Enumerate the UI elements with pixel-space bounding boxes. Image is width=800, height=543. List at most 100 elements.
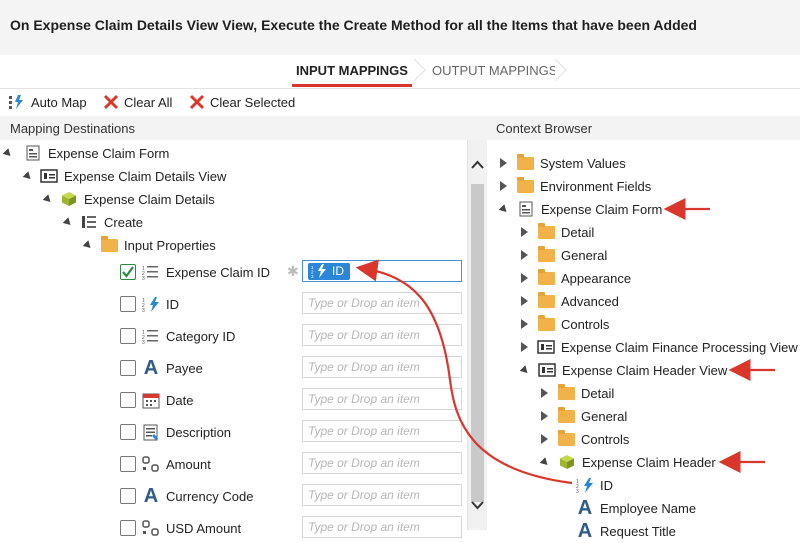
context-node-advanced[interactable]: Advanced	[521, 290, 619, 312]
decimal-icon	[142, 455, 160, 473]
mapping-input-expense-claim-id[interactable]: 123 ID	[302, 260, 462, 282]
input-placeholder: Type or Drop an item	[308, 424, 420, 438]
context-node-system-values[interactable]: System Values	[500, 152, 626, 174]
scroll-down-icon[interactable]	[471, 500, 484, 510]
tree-node-method[interactable]: Create	[62, 211, 143, 233]
tree-node-input-properties[interactable]: Input Properties	[82, 234, 216, 256]
collapse-arrow-icon	[22, 170, 34, 182]
mapping-input-usd-amount[interactable]: Type or Drop an item	[302, 516, 462, 538]
auto-map-icon	[9, 95, 23, 109]
property-checkbox[interactable]	[120, 264, 136, 280]
expand-arrow-icon	[541, 434, 548, 444]
text-a-icon: A	[577, 519, 593, 542]
expand-arrow-icon	[521, 342, 528, 352]
context-node-header-view[interactable]: Expense Claim Header View	[519, 359, 728, 381]
clear-all-button[interactable]: Clear All	[103, 92, 172, 112]
context-node-general[interactable]: General	[521, 244, 607, 266]
input-placeholder: Type or Drop an item	[308, 328, 420, 342]
property-row[interactable]: Description	[120, 421, 231, 443]
property-checkbox[interactable]	[120, 488, 136, 504]
svg-text:3: 3	[142, 340, 145, 344]
autonumber-icon: 123	[311, 264, 326, 278]
property-checkbox[interactable]	[120, 296, 136, 312]
tree-node-form[interactable]: Expense Claim Form	[2, 142, 169, 164]
mapping-input-id[interactable]: Type or Drop an item	[302, 292, 462, 314]
property-label: Amount	[166, 456, 211, 472]
auto-map-label: Auto Map	[31, 94, 87, 110]
property-label: Expense Claim ID	[166, 264, 271, 280]
property-row[interactable]: Amount	[120, 453, 211, 475]
property-label: ID	[166, 296, 179, 312]
property-checkbox[interactable]	[120, 424, 136, 440]
required-star-icon: ✱	[287, 263, 299, 279]
expand-arrow-icon	[521, 273, 528, 283]
clear-selected-button[interactable]: Clear Selected	[189, 92, 295, 112]
tree-node-label: Detail	[581, 385, 615, 401]
collapse-arrow-icon	[539, 456, 551, 468]
scrollbar-thumb[interactable]	[471, 184, 484, 502]
auto-map-button[interactable]: Auto Map	[8, 92, 87, 112]
property-checkbox[interactable]	[120, 456, 136, 472]
context-node-detail[interactable]: Detail	[521, 221, 594, 243]
property-checkbox[interactable]	[120, 392, 136, 408]
clear-selected-label: Clear Selected	[210, 94, 296, 110]
context-node-environment-fields[interactable]: Environment Fields	[500, 175, 651, 197]
context-node-header-view-controls[interactable]: Controls	[541, 428, 629, 450]
left-scrollbar[interactable]	[467, 140, 487, 530]
tree-node-label: Expense Claim Details View	[64, 168, 227, 184]
tree-node-label: Expense Claim Header View	[562, 362, 728, 378]
mapping-input-payee[interactable]: Type or Drop an item	[302, 356, 462, 378]
property-row[interactable]: A Currency Code	[120, 485, 253, 507]
property-row[interactable]: 123 ID	[120, 293, 179, 315]
context-node-finance-processing-view[interactable]: Expense Claim Finance Processing View	[521, 336, 798, 358]
tab-chevron-icon	[413, 59, 426, 81]
context-node-id[interactable]: 123 ID	[576, 474, 613, 496]
tree-node-view[interactable]: Expense Claim Details View	[22, 165, 227, 187]
property-row[interactable]: USD Amount	[120, 517, 241, 539]
mapping-input-amount[interactable]: Type or Drop an item	[302, 452, 462, 474]
property-row[interactable]: 123 Category ID	[120, 325, 235, 347]
mapping-input-category-id[interactable]: Type or Drop an item	[302, 324, 462, 346]
property-row[interactable]: 123 Expense Claim ID	[120, 261, 270, 283]
mapping-input-currency-code[interactable]: Type or Drop an item	[302, 484, 462, 506]
folder-icon	[537, 314, 555, 333]
svg-text:3: 3	[142, 276, 145, 280]
context-node-header-view-general[interactable]: General	[541, 405, 627, 427]
context-node-employee-name[interactable]: A Employee Name	[576, 497, 696, 519]
property-row[interactable]: Date	[120, 389, 193, 411]
input-placeholder: Type or Drop an item	[308, 360, 420, 374]
property-checkbox[interactable]	[120, 360, 136, 376]
property-row[interactable]: A Payee	[120, 357, 203, 379]
input-placeholder: Type or Drop an item	[308, 296, 420, 310]
tab-output-mappings[interactable]: OUTPUT MAPPINGS	[432, 63, 557, 78]
collapse-arrow-icon	[498, 203, 510, 215]
mapping-input-date[interactable]: Type or Drop an item	[302, 388, 462, 410]
context-node-controls[interactable]: Controls	[521, 313, 609, 335]
view-icon	[538, 361, 556, 379]
context-node-appearance[interactable]: Appearance	[521, 267, 631, 289]
tab-input-mappings[interactable]: INPUT MAPPINGS	[292, 63, 412, 87]
context-node-expense-claim-form[interactable]: Expense Claim Form	[498, 198, 662, 220]
scroll-up-icon[interactable]	[471, 160, 484, 170]
context-browser-title: Context Browser	[496, 120, 593, 136]
folder-icon	[557, 406, 575, 425]
tree-node-smartobject[interactable]: Expense Claim Details	[42, 188, 215, 210]
folder-icon	[557, 429, 575, 448]
mapping-input-description[interactable]: Type or Drop an item	[302, 420, 462, 442]
folder-icon	[516, 176, 534, 195]
context-node-request-title[interactable]: A Request Title	[576, 520, 676, 542]
property-label: Currency Code	[166, 488, 254, 504]
property-label: Description	[166, 424, 232, 440]
tree-node-label: Advanced	[561, 293, 619, 309]
mapping-destinations-title: Mapping Destinations	[10, 120, 136, 136]
mapped-item-chip[interactable]: 123 ID	[308, 262, 350, 280]
svg-text:3: 3	[142, 308, 145, 312]
context-browser-tree: System Values Environment Fields Expense…	[486, 140, 800, 542]
input-placeholder: Type or Drop an item	[308, 488, 420, 502]
text-a-icon: A	[143, 484, 159, 507]
property-checkbox[interactable]	[120, 520, 136, 536]
context-node-expense-claim-header[interactable]: Expense Claim Header	[539, 451, 716, 473]
property-checkbox[interactable]	[120, 328, 136, 344]
collapse-arrow-icon	[62, 216, 74, 228]
context-node-header-view-detail[interactable]: Detail	[541, 382, 614, 404]
